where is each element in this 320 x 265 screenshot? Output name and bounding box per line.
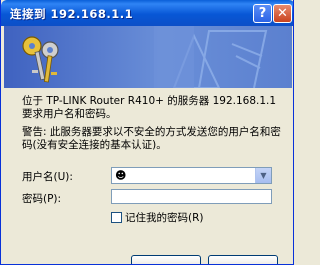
- window-title: 连接到 192.168.1.1: [10, 7, 134, 21]
- security-warning: 警告: 此服务器要求以不安全的方式发送您的用户名和密码(没有安全连接的基本认证)…: [22, 126, 281, 151]
- close-button[interactable]: ✕: [273, 4, 292, 23]
- cancel-button[interactable]: [208, 255, 278, 264]
- remember-password-checkbox[interactable]: [111, 212, 122, 223]
- password-label: 密码(P):: [22, 193, 62, 205]
- password-field[interactable]: [111, 189, 272, 204]
- chevron-down-icon[interactable]: ▼: [255, 168, 271, 183]
- user-icon: ☻: [115, 169, 127, 182]
- server-message: 位于 TP-LINK Router R410+ 的服务器 192.168.1.1…: [22, 95, 277, 120]
- banner-graphic: [22, 26, 268, 88]
- keys-icon: [22, 36, 59, 83]
- login-dialog: 连接到 192.168.1.1 ? ✕ 位于 TP-LINK Router R4…: [0, 0, 294, 265]
- remember-password-option[interactable]: 记住我的密码(R): [111, 210, 204, 225]
- username-label: 用户名(U):: [22, 171, 73, 183]
- help-button[interactable]: ?: [253, 4, 272, 23]
- banner: [4, 26, 292, 88]
- remember-password-label[interactable]: 记住我的密码(R): [125, 212, 204, 224]
- username-combobox[interactable]: ☻ ▼: [111, 167, 272, 184]
- ok-button[interactable]: [131, 255, 201, 264]
- title-bar[interactable]: 连接到 192.168.1.1 ? ✕: [1, 0, 293, 26]
